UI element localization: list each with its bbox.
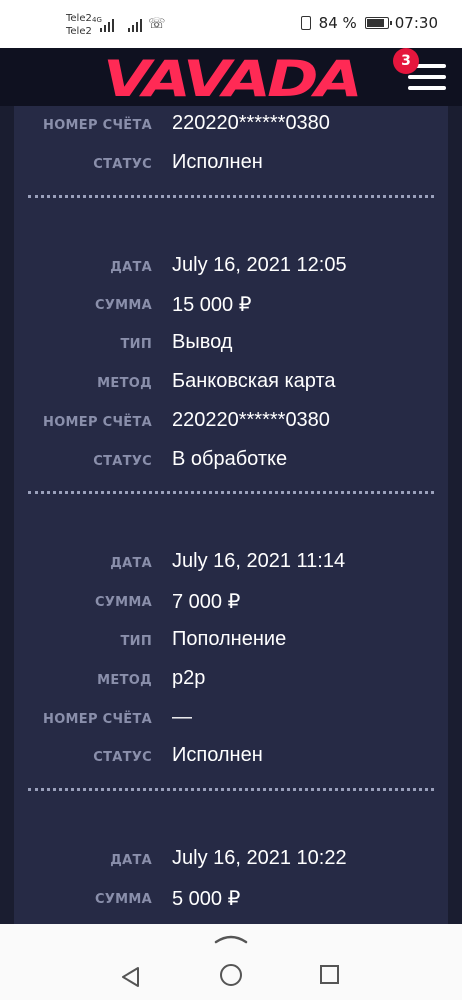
field-label: НОМЕР СЧЁТА [43,711,152,727]
clock: 07:30 [394,14,438,32]
transaction-field-row: МЕТОД Банковская карта [0,368,462,398]
field-value: 15 000 ₽ [172,294,252,317]
transaction-field-row: СТАТУС Исполнен [0,149,462,179]
transaction-field-row: НОМЕР СЧЁТА 220220******0380 [0,110,462,140]
field-label: НОМЕР СЧЁТА [43,414,152,430]
field-value: Банковская карта [172,370,336,392]
transaction-field-row: ТИП Вывод [0,329,462,359]
carrier-1: Tele2 [66,13,92,24]
transaction-field-row: ДАТА July 16, 2021 11:14 [0,548,462,578]
back-icon[interactable] [120,966,142,988]
transaction-field-row: ДАТА July 16, 2021 12:05 [0,252,462,282]
transaction-field-row: ТИП Пополнение [0,626,462,656]
field-value: Исполнен [172,150,263,173]
transaction-field-row: СУММА 7 000 ₽ [0,587,462,617]
field-label: СТАТУС [93,453,152,469]
transaction-field-row: ДАТА July 16, 2021 10:22 [0,845,462,875]
vavada-logo[interactable]: VAVADA [100,50,362,104]
field-value: p2p [172,666,206,689]
home-icon[interactable] [220,964,242,986]
phone-icon: ☏ [148,16,166,32]
field-value: Вывод [172,331,233,354]
field-label: ТИП [120,337,152,353]
transaction-history[interactable]: НОМЕР СЧЁТА 220220******0380 СТАТУС Исполне… [0,106,462,924]
field-label: СУММА [95,298,152,314]
field-label: МЕТОД [97,376,152,391]
field-value: В обработке [172,447,288,470]
field-label: СУММА [95,892,152,907]
field-label: НОМЕР СЧЁТА [43,118,152,133]
transaction-field-row: СУММА 15 000 ₽ [0,290,462,320]
battery-percent: 84 % [318,14,357,32]
field-label: ДАТА [110,556,152,572]
field-value: 5 000 ₽ [172,888,241,910]
transaction-field-row: СТАТУС Исполнен [0,742,462,772]
status-bar: Tele2 Tele2 4G ☏ 84 % 07:30 [0,0,462,48]
field-label: ДАТА [110,853,152,869]
field-label: МЕТОД [97,672,152,688]
carrier-names: Tele2 Tele2 [66,12,92,38]
notification-badge: 3 [393,48,419,74]
field-value: July 16, 2021 12:05 [172,253,347,276]
transaction-field-row: НОМЕР СЧЁТА — [0,704,462,734]
field-value: 7 000 ₽ [172,591,241,614]
carrier-2: Tele2 [66,26,92,37]
battery-icon [364,17,392,29]
field-value: July 16, 2021 10:22 [172,847,347,870]
transaction-field-row: МЕТОД p2p [0,665,462,695]
transaction-field-row: СУММА 5 000 ₽ [0,884,462,914]
transaction-separator [28,491,434,495]
field-value: 220220******0380 [172,408,330,431]
system-nav-bar [0,924,462,1000]
field-label: СТАТУС [93,156,152,172]
transaction-separator [28,194,434,198]
logo-text: VAVADA [103,50,359,104]
transaction-separator [28,788,434,792]
field-label: СУММА [95,595,152,611]
field-value: July 16, 2021 11:14 [172,550,346,573]
transaction-field-row: СТАТУС В обработке [0,446,462,476]
field-value: Исполнен [172,744,263,767]
recent-apps-icon[interactable] [320,965,339,984]
chevron-up-icon[interactable] [214,932,248,944]
signal-icon-2 [128,16,146,32]
field-value: — [172,705,192,728]
field-value: Пополнение [172,628,287,650]
field-label: ДАТА [110,259,152,275]
field-label: СТАТУС [93,750,152,766]
field-label: ТИП [120,634,152,649]
signal-icon [100,16,118,32]
field-value: 220220******0380 [172,112,330,134]
transactions-panel [14,106,448,924]
transaction-field-row: НОМЕР СЧЁТА 220220******0380 [0,407,462,437]
vibrate-icon [300,16,311,30]
